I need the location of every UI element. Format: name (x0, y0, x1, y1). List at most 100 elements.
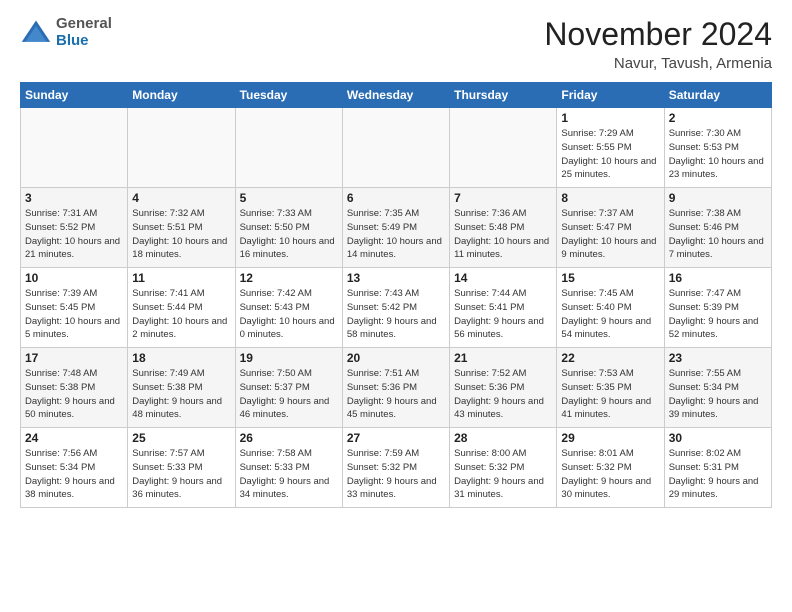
logo-general: General (56, 16, 112, 33)
calendar-cell: 24 Sunrise: 7:56 AM Sunset: 5:34 PM Dayli… (21, 428, 128, 508)
day-info: Sunrise: 7:59 AM Sunset: 5:32 PM Dayligh… (347, 447, 445, 502)
calendar-cell: 12 Sunrise: 7:42 AM Sunset: 5:43 PM Dayli… (235, 268, 342, 348)
day-info: Sunrise: 7:39 AM Sunset: 5:45 PM Dayligh… (25, 287, 123, 342)
logo: General Blue (20, 16, 112, 49)
calendar-cell: 22 Sunrise: 7:53 AM Sunset: 5:35 PM Dayli… (557, 348, 664, 428)
calendar-cell: 23Sunrise: 7:55 AM Sunset: 5:34 PM Dayli… (664, 348, 771, 428)
day-number: 28 (454, 431, 552, 445)
day-number: 13 (347, 271, 445, 285)
day-info: Sunrise: 7:29 AM Sunset: 5:55 PM Dayligh… (561, 127, 659, 182)
month-title: November 2024 (544, 16, 772, 53)
day-number: 19 (240, 351, 338, 365)
day-info: Sunrise: 7:52 AM Sunset: 5:36 PM Dayligh… (454, 367, 552, 422)
title-block: November 2024 Navur, Tavush, Armenia (544, 16, 772, 72)
calendar-cell: 5 Sunrise: 7:33 AM Sunset: 5:50 PM Daylig… (235, 188, 342, 268)
day-number: 10 (25, 271, 123, 285)
weekday-header: Saturday (664, 83, 771, 108)
calendar-cell: 10 Sunrise: 7:39 AM Sunset: 5:45 PM Dayli… (21, 268, 128, 348)
calendar-cell: 17 Sunrise: 7:48 AM Sunset: 5:38 PM Dayli… (21, 348, 128, 428)
day-info: Sunrise: 7:33 AM Sunset: 5:50 PM Dayligh… (240, 207, 338, 262)
day-number: 7 (454, 191, 552, 205)
day-number: 17 (25, 351, 123, 365)
day-number: 16 (669, 271, 767, 285)
header: General Blue November 2024 Navur, Tavush… (20, 16, 772, 72)
day-info: Sunrise: 7:38 AM Sunset: 5:46 PM Dayligh… (669, 207, 767, 262)
calendar-cell: 29Sunrise: 8:01 AM Sunset: 5:32 PM Dayli… (557, 428, 664, 508)
day-info: Sunrise: 7:41 AM Sunset: 5:44 PM Dayligh… (132, 287, 230, 342)
day-number: 26 (240, 431, 338, 445)
day-info: Sunrise: 8:00 AM Sunset: 5:32 PM Dayligh… (454, 447, 552, 502)
day-number: 12 (240, 271, 338, 285)
calendar-cell: 19 Sunrise: 7:50 AM Sunset: 5:37 PM Dayli… (235, 348, 342, 428)
day-info: Sunrise: 7:32 AM Sunset: 5:51 PM Dayligh… (132, 207, 230, 262)
calendar-cell: 14 Sunrise: 7:44 AM Sunset: 5:41 PM Dayli… (450, 268, 557, 348)
day-number: 1 (561, 111, 659, 125)
day-info: Sunrise: 7:30 AM Sunset: 5:53 PM Dayligh… (669, 127, 767, 182)
calendar-week-row: 1 Sunrise: 7:29 AM Sunset: 5:55 PM Daylig… (21, 108, 772, 188)
day-info: Sunrise: 7:42 AM Sunset: 5:43 PM Dayligh… (240, 287, 338, 342)
day-number: 23 (669, 351, 767, 365)
calendar-cell: 15 Sunrise: 7:45 AM Sunset: 5:40 PM Dayli… (557, 268, 664, 348)
location-subtitle: Navur, Tavush, Armenia (544, 55, 772, 72)
calendar-cell: 16 Sunrise: 7:47 AM Sunset: 5:39 PM Dayli… (664, 268, 771, 348)
day-info: Sunrise: 7:57 AM Sunset: 5:33 PM Dayligh… (132, 447, 230, 502)
weekday-header: Friday (557, 83, 664, 108)
day-number: 4 (132, 191, 230, 205)
day-number: 25 (132, 431, 230, 445)
calendar-cell: 7 Sunrise: 7:36 AM Sunset: 5:48 PM Daylig… (450, 188, 557, 268)
calendar-cell: 1 Sunrise: 7:29 AM Sunset: 5:55 PM Daylig… (557, 108, 664, 188)
day-info: Sunrise: 7:31 AM Sunset: 5:52 PM Dayligh… (25, 207, 123, 262)
day-info: Sunrise: 7:48 AM Sunset: 5:38 PM Dayligh… (25, 367, 123, 422)
weekday-header: Thursday (450, 83, 557, 108)
calendar-cell: 28 Sunrise: 8:00 AM Sunset: 5:32 PM Dayli… (450, 428, 557, 508)
calendar-week-row: 17 Sunrise: 7:48 AM Sunset: 5:38 PM Dayli… (21, 348, 772, 428)
day-number: 14 (454, 271, 552, 285)
day-number: 5 (240, 191, 338, 205)
day-number: 11 (132, 271, 230, 285)
day-number: 8 (561, 191, 659, 205)
calendar-cell: 9Sunrise: 7:38 AM Sunset: 5:46 PM Daylig… (664, 188, 771, 268)
calendar-cell: 26Sunrise: 7:58 AM Sunset: 5:33 PM Dayli… (235, 428, 342, 508)
calendar-cell: 2Sunrise: 7:30 AM Sunset: 5:53 PM Daylig… (664, 108, 771, 188)
day-number: 6 (347, 191, 445, 205)
day-info: Sunrise: 7:56 AM Sunset: 5:34 PM Dayligh… (25, 447, 123, 502)
day-number: 29 (561, 431, 659, 445)
weekday-header-row: SundayMondayTuesdayWednesdayThursdayFrid… (21, 83, 772, 108)
day-number: 20 (347, 351, 445, 365)
calendar-cell: 13 Sunrise: 7:43 AM Sunset: 5:42 PM Dayli… (342, 268, 449, 348)
day-number: 27 (347, 431, 445, 445)
calendar-cell: 6Sunrise: 7:35 AM Sunset: 5:49 PM Daylig… (342, 188, 449, 268)
calendar-cell (128, 108, 235, 188)
day-number: 3 (25, 191, 123, 205)
day-info: Sunrise: 7:50 AM Sunset: 5:37 PM Dayligh… (240, 367, 338, 422)
calendar-cell: 27 Sunrise: 7:59 AM Sunset: 5:32 PM Dayli… (342, 428, 449, 508)
day-info: Sunrise: 8:02 AM Sunset: 5:31 PM Dayligh… (669, 447, 767, 502)
calendar-cell: 4 Sunrise: 7:32 AM Sunset: 5:51 PM Daylig… (128, 188, 235, 268)
day-number: 24 (25, 431, 123, 445)
day-number: 21 (454, 351, 552, 365)
day-number: 15 (561, 271, 659, 285)
calendar-cell: 25 Sunrise: 7:57 AM Sunset: 5:33 PM Dayli… (128, 428, 235, 508)
day-info: Sunrise: 7:36 AM Sunset: 5:48 PM Dayligh… (454, 207, 552, 262)
logo-icon (20, 17, 52, 49)
calendar-cell: 3 Sunrise: 7:31 AM Sunset: 5:52 PM Daylig… (21, 188, 128, 268)
calendar-cell (450, 108, 557, 188)
day-info: Sunrise: 7:53 AM Sunset: 5:35 PM Dayligh… (561, 367, 659, 422)
day-info: Sunrise: 7:43 AM Sunset: 5:42 PM Dayligh… (347, 287, 445, 342)
weekday-header: Sunday (21, 83, 128, 108)
calendar-week-row: 10 Sunrise: 7:39 AM Sunset: 5:45 PM Dayli… (21, 268, 772, 348)
day-info: Sunrise: 7:47 AM Sunset: 5:39 PM Dayligh… (669, 287, 767, 342)
calendar-cell: 20Sunrise: 7:51 AM Sunset: 5:36 PM Dayli… (342, 348, 449, 428)
day-number: 22 (561, 351, 659, 365)
day-info: Sunrise: 7:49 AM Sunset: 5:38 PM Dayligh… (132, 367, 230, 422)
day-info: Sunrise: 7:45 AM Sunset: 5:40 PM Dayligh… (561, 287, 659, 342)
calendar-table: SundayMondayTuesdayWednesdayThursdayFrid… (20, 82, 772, 508)
calendar-cell: 30Sunrise: 8:02 AM Sunset: 5:31 PM Dayli… (664, 428, 771, 508)
weekday-header: Monday (128, 83, 235, 108)
calendar-cell (342, 108, 449, 188)
day-info: Sunrise: 7:44 AM Sunset: 5:41 PM Dayligh… (454, 287, 552, 342)
day-number: 18 (132, 351, 230, 365)
calendar-week-row: 3 Sunrise: 7:31 AM Sunset: 5:52 PM Daylig… (21, 188, 772, 268)
day-info: Sunrise: 7:37 AM Sunset: 5:47 PM Dayligh… (561, 207, 659, 262)
weekday-header: Tuesday (235, 83, 342, 108)
